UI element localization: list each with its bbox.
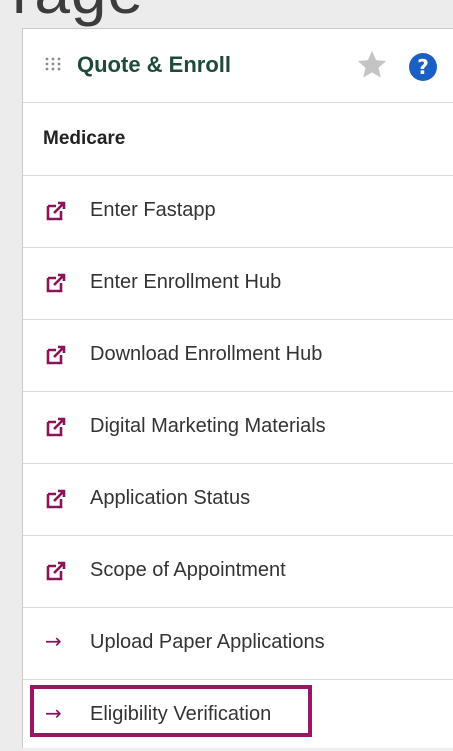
- page-heading-fragment: rage: [12, 0, 144, 28]
- external-link-icon: [46, 201, 66, 221]
- external-link-icon: [46, 489, 66, 509]
- menu-item-label: Eligibility Verification: [90, 703, 272, 725]
- section-medicare: Medicare: [23, 103, 453, 176]
- section-label: Medicare: [43, 128, 126, 149]
- menu-item-enter-fastapp[interactable]: Enter Fastapp: [23, 176, 453, 248]
- quote-enroll-widget: Quote & Enroll ? Medicare Enter Fastapp …: [22, 28, 453, 748]
- menu-item-upload-paper-applications[interactable]: → Upload Paper Applications: [23, 608, 453, 680]
- menu-item-label: Enter Fastapp: [90, 199, 216, 221]
- star-icon[interactable]: [355, 48, 389, 82]
- grip-dots-icon[interactable]: [45, 57, 61, 71]
- help-icon[interactable]: ?: [409, 53, 437, 81]
- menu-item-eligibility-verification[interactable]: → Eligibility Verification: [23, 680, 453, 751]
- arrow-right-icon: →: [45, 629, 62, 653]
- menu-item-label: Enter Enrollment Hub: [90, 271, 282, 293]
- external-link-icon: [46, 273, 66, 293]
- menu-item-label: Download Enrollment Hub: [90, 343, 323, 365]
- external-link-icon: [46, 561, 66, 581]
- external-link-icon: [46, 417, 66, 437]
- menu-item-scope-of-appointment[interactable]: Scope of Appointment: [23, 536, 453, 608]
- menu-item-enter-enrollment-hub[interactable]: Enter Enrollment Hub: [23, 248, 453, 320]
- menu-item-label: Application Status: [90, 487, 251, 509]
- menu-item-label: Digital Marketing Materials: [90, 415, 326, 437]
- arrow-right-icon: →: [45, 701, 62, 725]
- widget-header: Quote & Enroll ?: [23, 29, 453, 103]
- menu-item-digital-marketing-materials[interactable]: Digital Marketing Materials: [23, 392, 453, 464]
- menu-item-label: Upload Paper Applications: [90, 631, 325, 653]
- menu-item-label: Scope of Appointment: [90, 559, 286, 581]
- widget-title: Quote & Enroll: [77, 52, 231, 77]
- menu-item-application-status[interactable]: Application Status: [23, 464, 453, 536]
- menu-item-download-enrollment-hub[interactable]: Download Enrollment Hub: [23, 320, 453, 392]
- external-link-icon: [46, 345, 66, 365]
